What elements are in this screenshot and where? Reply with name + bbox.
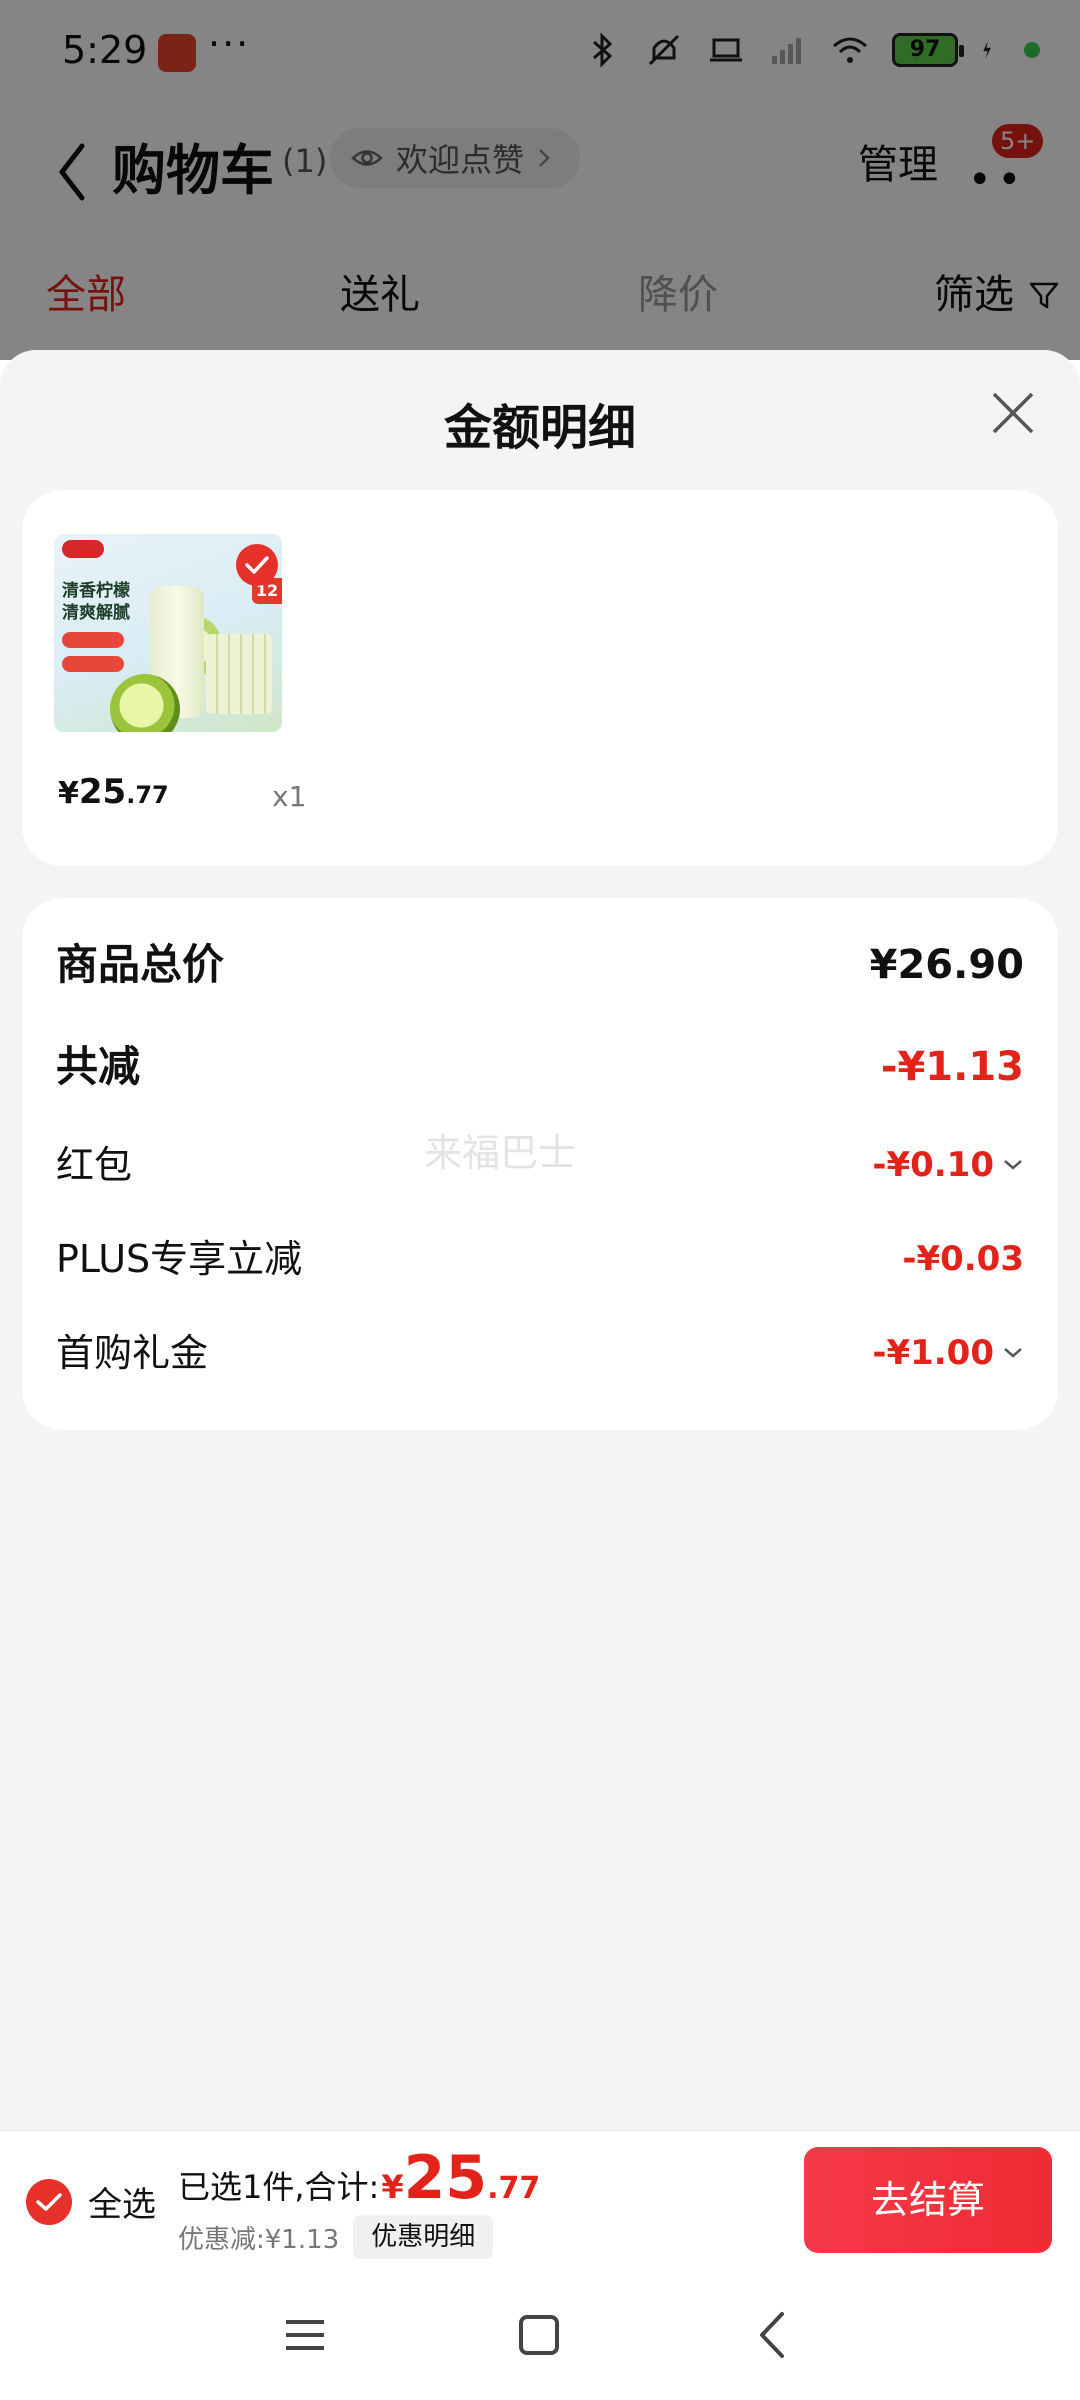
discount-text: 优惠减:¥1.13 xyxy=(178,2224,340,2255)
sheet-title: 金额明细 xyxy=(443,400,636,456)
system-nav-bar xyxy=(0,2270,1080,2400)
red-packet-value: -¥0.10 xyxy=(872,1130,1024,1200)
summary-row-first-buy[interactable]: 首购礼金 -¥1.00 xyxy=(56,1318,1024,1388)
red-packet-label: 红包 xyxy=(56,1143,133,1187)
modal-overlay[interactable] xyxy=(0,0,1080,360)
product-quantity: x1 xyxy=(272,780,307,813)
selected-count-text: 已选1件,合计: xyxy=(178,2168,380,2206)
select-all-checkbox[interactable] xyxy=(26,2179,72,2225)
check-icon xyxy=(245,556,269,574)
select-all-label[interactable]: 全选 xyxy=(88,2177,156,2226)
back-nav-icon[interactable] xyxy=(738,2300,808,2370)
total-value: ¥26.90 xyxy=(869,942,1024,988)
amount-detail-sheet: 金额明细 清香柠檬 清爽解腻 12 ¥25.77 x1 商品总价 ¥26.90 … xyxy=(0,350,1080,2130)
check-icon xyxy=(36,2193,62,2211)
summary-row-discount: 共减 -¥1.13 xyxy=(56,1032,1024,1102)
product-image[interactable]: 清香柠檬 清爽解腻 12 xyxy=(54,534,282,732)
chevron-down-icon xyxy=(1004,1160,1022,1170)
checkout-bar: 全选 已选1件,合计: ¥ 25 .77 优惠减:¥1.13 优惠明细 去结算 xyxy=(0,2130,1080,2270)
chevron-down-icon xyxy=(1004,1348,1022,1358)
home-icon[interactable] xyxy=(504,2300,574,2370)
checkout-button[interactable]: 去结算 xyxy=(804,2147,1052,2253)
plus-label: PLUS专享立减 xyxy=(56,1237,303,1281)
menu-icon[interactable] xyxy=(270,2300,340,2370)
product-card: 清香柠檬 清爽解腻 12 ¥25.77 x1 xyxy=(22,490,1058,866)
plus-value: -¥0.03 xyxy=(902,1239,1024,1279)
discount-line: 优惠减:¥1.13 优惠明细 xyxy=(178,2215,494,2259)
product-price: ¥25.77 xyxy=(58,772,169,812)
image-pill xyxy=(62,656,124,672)
discount-label: 共减 xyxy=(56,1042,141,1091)
total-amount-dec: .77 xyxy=(487,2171,541,2206)
summary-row-plus: PLUS专享立减 -¥0.03 xyxy=(56,1224,1024,1294)
item-checkbox[interactable] xyxy=(236,544,278,586)
discount-detail-button[interactable]: 优惠明细 xyxy=(353,2215,494,2259)
discount-value: -¥1.13 xyxy=(880,1044,1024,1090)
product-image-text: 清香柠檬 清爽解腻 xyxy=(62,581,130,623)
brand-logo xyxy=(62,540,104,558)
first-buy-label: 首购礼金 xyxy=(56,1331,209,1375)
cans-pack-image xyxy=(206,634,272,714)
total-amount-int: 25 xyxy=(403,2143,488,2213)
watermark: 来福巴士 xyxy=(424,1131,577,1175)
first-buy-value: -¥1.00 xyxy=(872,1318,1024,1388)
total-label: 商品总价 xyxy=(56,940,225,989)
image-pill xyxy=(62,632,124,648)
close-icon[interactable] xyxy=(986,386,1040,440)
order-total: 已选1件,合计: ¥ 25 .77 xyxy=(178,2143,541,2213)
summary-row-total: 商品总价 ¥26.90 xyxy=(56,930,1024,1000)
